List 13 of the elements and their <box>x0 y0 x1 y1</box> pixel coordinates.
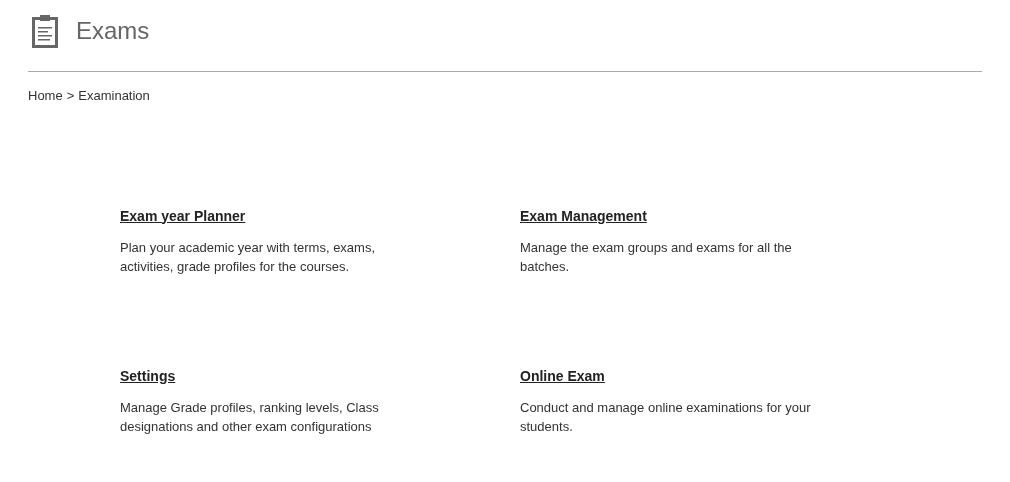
card-title-link[interactable]: Settings <box>120 365 176 387</box>
card-description: Manage the exam groups and exams for all the batches. <box>520 238 793 276</box>
card-title-link[interactable]: Exam year Planner <box>120 205 246 227</box>
page-title: Exams <box>76 16 150 46</box>
card-description: Plan your academic year with terms, exams, activities, grade profiles for the courses. <box>120 238 377 276</box>
clipboard-icon <box>32 14 58 48</box>
card-description: Manage Grade profiles, ranking levels, Class designations and other exam configurations <box>120 398 380 436</box>
breadcrumb-separator: > <box>66 87 75 105</box>
card-title-link[interactable]: Exam Management <box>520 205 647 227</box>
card-title-link[interactable]: Online Exam <box>520 365 605 387</box>
card-description: Conduct and manage online examinations for your students. <box>520 398 812 436</box>
breadcrumb-item[interactable]: Home <box>28 86 63 106</box>
breadcrumb-item: Examination <box>78 87 150 105</box>
